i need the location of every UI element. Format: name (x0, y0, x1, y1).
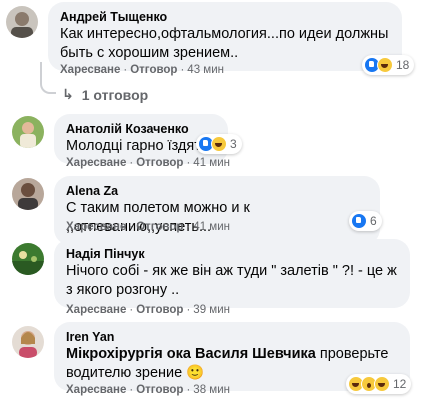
comment-actions: Харесване · Отговор · 39 мин (66, 304, 230, 316)
comment-author[interactable]: Надія Пінчук (66, 246, 398, 262)
haha-reaction-icon (211, 136, 227, 152)
reply-button[interactable]: Отговор (136, 304, 183, 316)
like-button[interactable]: Харесване (60, 64, 120, 76)
like-button[interactable]: Харесване (66, 384, 126, 396)
reaction-count: 12 (393, 377, 407, 391)
reaction-count: 3 (230, 137, 237, 151)
reply-arrow-icon: ↳ (62, 86, 74, 102)
comment-actions: Харесване · Отговор · 41 мин (66, 221, 230, 233)
mentioned-page-link[interactable]: Мікрохірургія ока Василя Шевчика (66, 346, 316, 362)
comment-text: Как интересно,офтальмология...по идеи до… (60, 26, 389, 61)
comment-actions: Харесване · Отговор · 43 мин (60, 64, 224, 76)
timestamp[interactable]: 38 мин (193, 384, 230, 396)
timestamp[interactable]: 39 мин (193, 304, 230, 316)
avatar[interactable] (12, 243, 44, 275)
comment-bubble: Надія Пінчук Нічого собі - як же він аж … (54, 239, 410, 308)
avatar[interactable] (12, 326, 44, 358)
comment-bubble: Андрей Тыщенко Как интересно,офтальмолог… (48, 2, 402, 71)
comment-actions: Харесване · Отговор · 38 мин (66, 384, 230, 396)
reactions-badge[interactable]: 6 (349, 211, 382, 231)
replies-count: 1 отговор (81, 86, 149, 103)
reactions-badge[interactable]: 12 (346, 374, 412, 394)
avatar[interactable] (12, 178, 44, 210)
view-replies-link[interactable]: ↳ 1 отговор (62, 86, 148, 103)
timestamp[interactable]: 41 мин (193, 157, 230, 169)
like-button[interactable]: Харесване (66, 221, 126, 233)
reactions-badge[interactable]: 18 (362, 55, 415, 75)
haha-reaction-icon (377, 57, 393, 73)
reply-button[interactable]: Отговор (136, 384, 183, 396)
thread-connector (40, 62, 56, 94)
comment-author[interactable]: Iren Yan (66, 329, 398, 345)
comment-bubble: Alena Za С таким полетом можно и к ,,отп… (54, 176, 380, 245)
reply-button[interactable]: Отговор (136, 221, 183, 233)
like-button[interactable]: Харесване (66, 304, 126, 316)
reactions-badge[interactable]: 3 (196, 134, 242, 154)
comment-actions: Харесване · Отговор · 41 мин (66, 157, 230, 169)
haha-reaction-icon (374, 376, 390, 392)
timestamp[interactable]: 43 мин (187, 64, 224, 76)
avatar[interactable] (12, 116, 44, 148)
comment-author[interactable]: Андрей Тыщенко (60, 9, 390, 25)
comment-text: Молодці гарно їздять (66, 138, 209, 154)
comment-author[interactable]: Alena Za (66, 183, 368, 199)
like-reaction-icon (351, 213, 367, 229)
reply-button[interactable]: Отговор (130, 64, 177, 76)
reply-button[interactable]: Отговор (136, 157, 183, 169)
comment-text: Нічого собі - як же він аж туди " залеті… (66, 263, 397, 298)
comment-author[interactable]: Анатолій Козаченко (66, 121, 216, 137)
like-button[interactable]: Харесване (66, 157, 126, 169)
reaction-count: 6 (370, 214, 377, 228)
timestamp[interactable]: 41 мин (193, 221, 230, 233)
avatar[interactable] (6, 6, 38, 38)
reaction-count: 18 (396, 58, 410, 72)
